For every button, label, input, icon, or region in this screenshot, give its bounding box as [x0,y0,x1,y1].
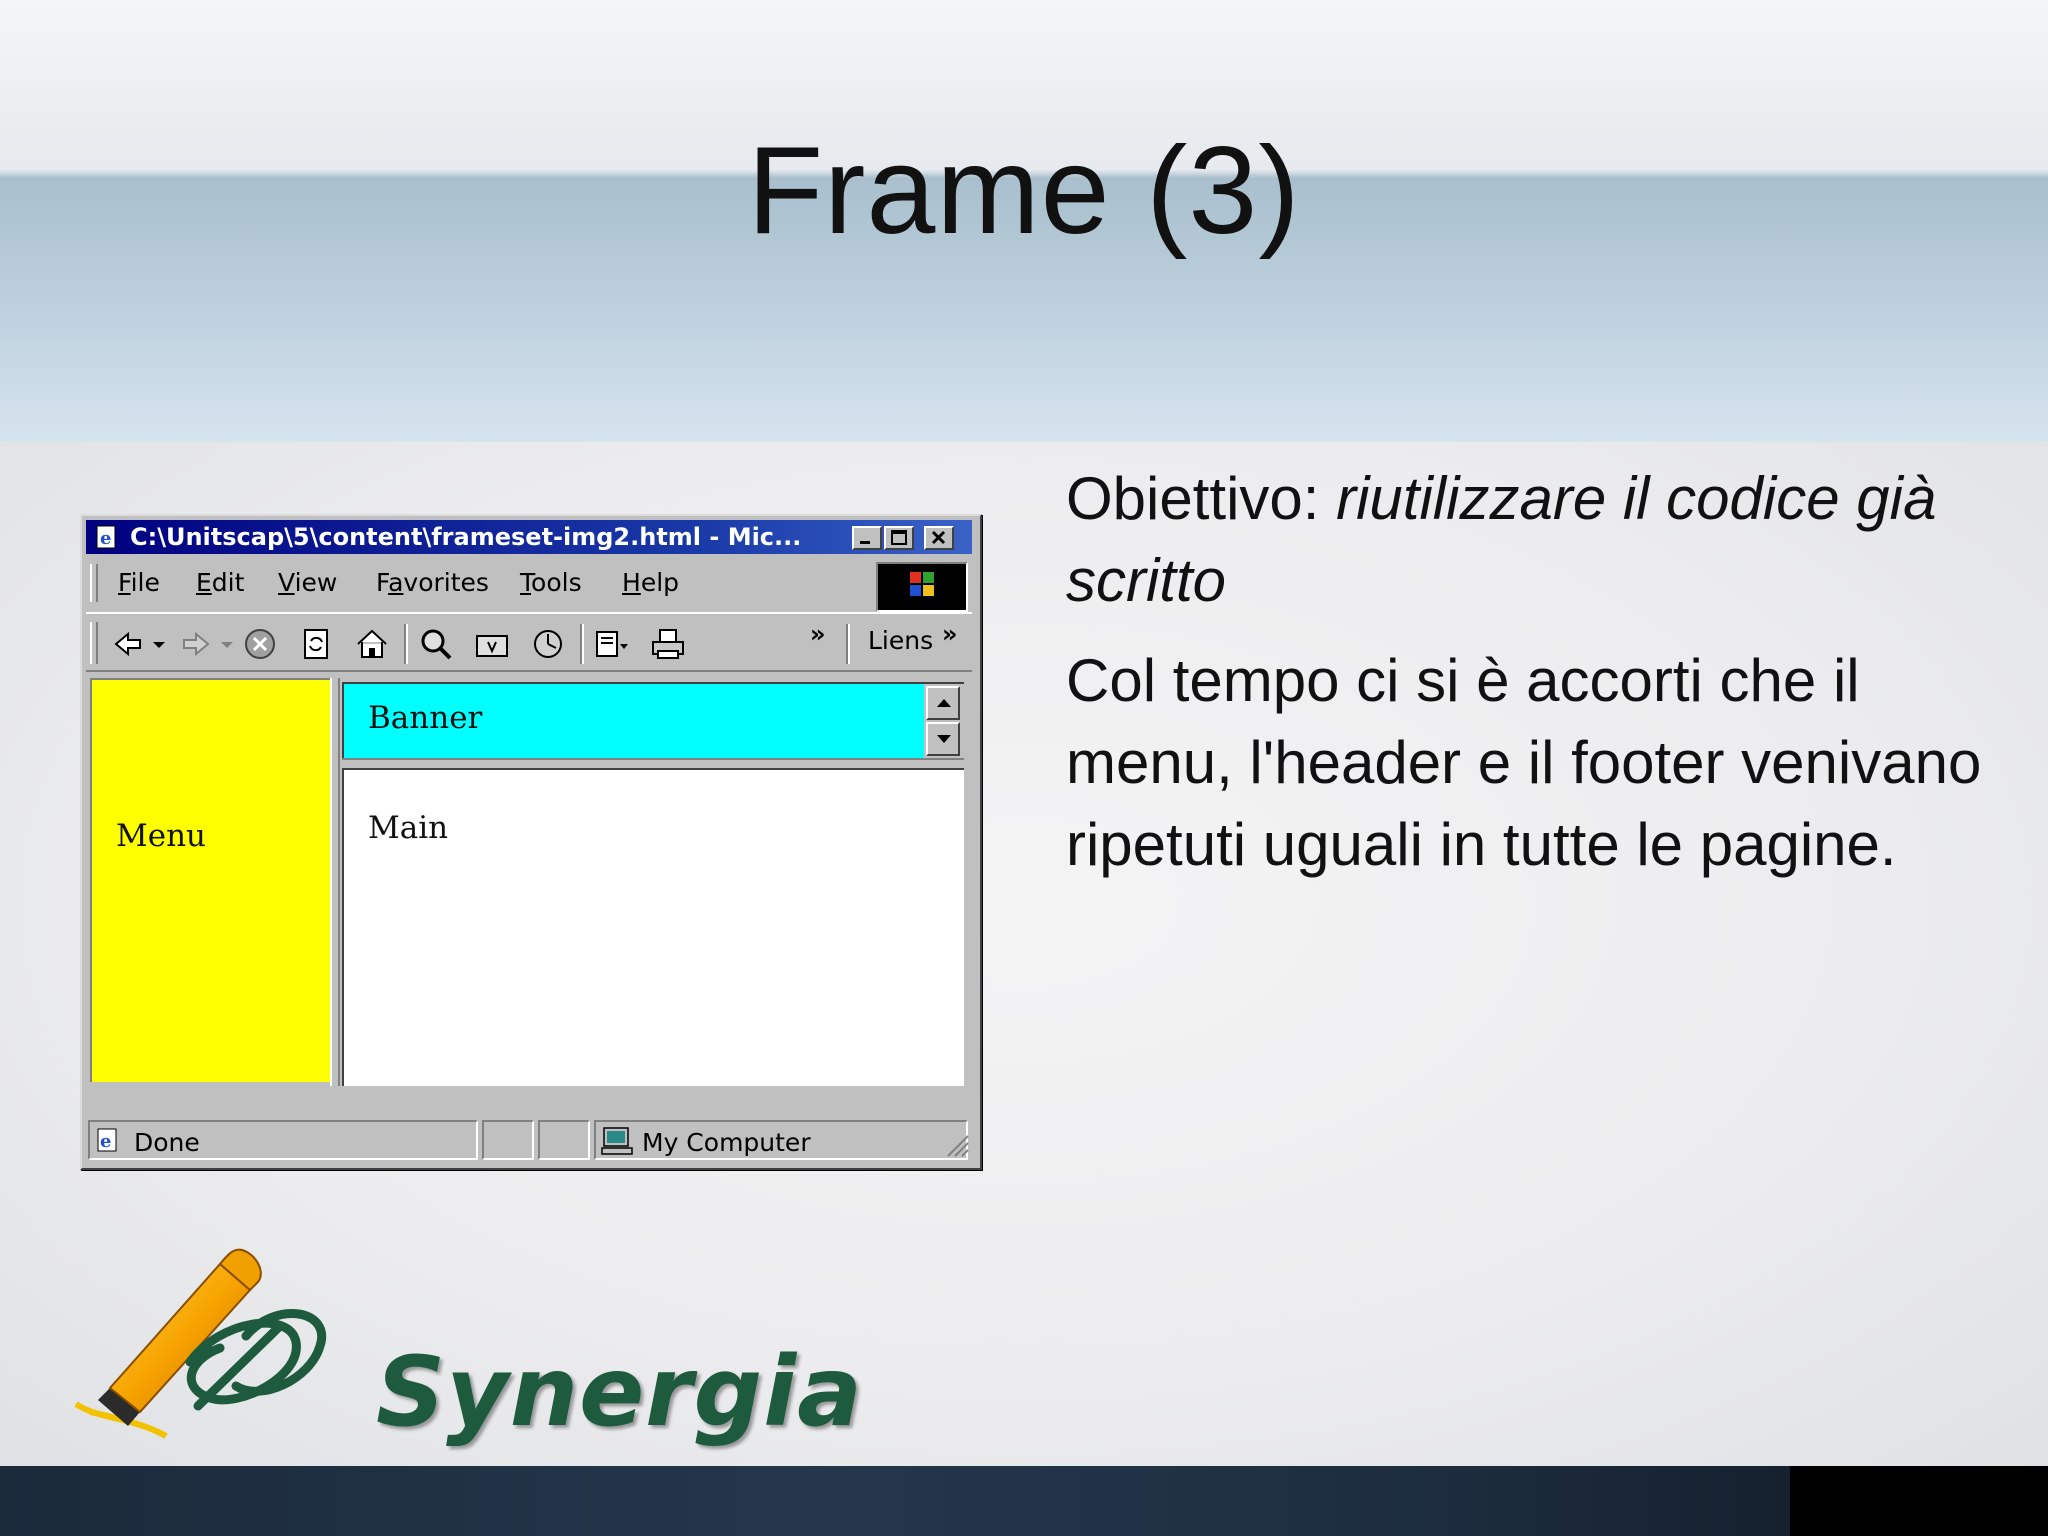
stop-icon[interactable] [240,624,280,664]
forward-arrow-icon[interactable] [176,624,216,664]
resize-grip-icon[interactable] [942,1130,970,1162]
toolbar-separator [846,624,850,664]
menu-frame: Menu [90,678,330,1082]
banner-frame: Banner [342,682,964,758]
forward-dropdown-icon[interactable] [216,624,238,664]
footer-band [0,1466,2048,1536]
links-more-icon[interactable]: » [942,620,958,648]
standard-toolbar: » Liens » [86,612,972,672]
synergia-logo: Synergia [70,1230,862,1460]
browser-titlebar[interactable]: e C:\Unitscap\5\content\frameset-img2.ht… [86,520,972,554]
status-panel-progress [482,1120,534,1160]
browser-window-title: C:\Unitscap\5\content\frameset-img2.html… [130,523,802,551]
my-computer-icon [600,1126,634,1160]
minimize-button[interactable] [852,526,882,550]
toolbar-separator [580,624,584,664]
main-frame: Main [342,768,964,1086]
ie-page-icon: e [94,524,120,550]
toolbar-grip[interactable] [90,622,98,664]
footer-corner [1790,1466,2048,1536]
mail-icon[interactable] [592,624,632,664]
horizontal-frame-divider[interactable] [342,758,964,768]
home-icon[interactable] [352,624,392,664]
favorites-folder-icon[interactable] [472,624,512,664]
links-label[interactable]: Liens [868,626,933,655]
menu-tools[interactable]: Tools [520,568,582,597]
menu-view[interactable]: View [278,568,337,597]
slide-body: Obiettivo: riutilizzare il codice già sc… [1066,458,1986,904]
menu-edit[interactable]: Edit [196,568,244,597]
status-bar: e Done My Computer [86,1120,972,1160]
frameset: Menu Banner Main [90,678,964,1086]
svg-text:e: e [100,528,111,549]
status-panel-main: e Done [88,1120,478,1160]
menu-help[interactable]: Help [622,568,679,597]
slide-title: Frame (3) [747,122,1301,260]
logo-wordmark: Synergia [376,1336,863,1448]
scroll-up-button[interactable] [926,686,960,720]
toolbar-separator [404,624,408,664]
page-done-icon: e [94,1126,122,1158]
status-text: Done [134,1128,200,1157]
menu-bar: File Edit View Favorites Tools Help [86,558,972,612]
explanation-paragraph: Col tempo ci si è accorti che il menu, l… [1066,647,1982,878]
main-frame-label: Main [368,810,449,846]
back-arrow-icon[interactable] [108,624,148,664]
search-icon[interactable] [416,624,456,664]
slide: Frame (3) e C:\Unitscap\5\content\frames… [0,0,2048,1536]
browser-window: e C:\Unitscap\5\content\frameset-img2.ht… [80,514,982,1170]
banner-scrollbar[interactable] [924,684,964,758]
menu-file[interactable]: File [118,568,160,597]
svg-text:e: e [100,1131,111,1152]
zone-text: My Computer [642,1128,811,1157]
back-dropdown-icon[interactable] [148,624,170,664]
refresh-icon[interactable] [296,624,336,664]
objective-label: Obiettivo: [1066,465,1337,532]
banner-frame-label: Banner [368,700,483,736]
objective-paragraph: Obiettivo: riutilizzare il codice già sc… [1066,458,1986,622]
history-icon[interactable] [528,624,568,664]
close-button[interactable] [924,526,954,550]
scroll-down-button[interactable] [926,722,960,756]
status-panel-zone: My Computer [594,1120,968,1160]
status-panel-security [538,1120,590,1160]
vertical-frame-divider[interactable] [330,678,340,1086]
maximize-button[interactable] [884,526,914,550]
toolbar-more-icon[interactable]: » [810,620,826,648]
print-icon[interactable] [648,624,688,664]
menu-frame-label: Menu [116,818,207,854]
windows-logo-icon [876,562,968,612]
menubar-grip[interactable] [90,564,98,602]
menu-favorites[interactable]: Favorites [376,568,489,597]
